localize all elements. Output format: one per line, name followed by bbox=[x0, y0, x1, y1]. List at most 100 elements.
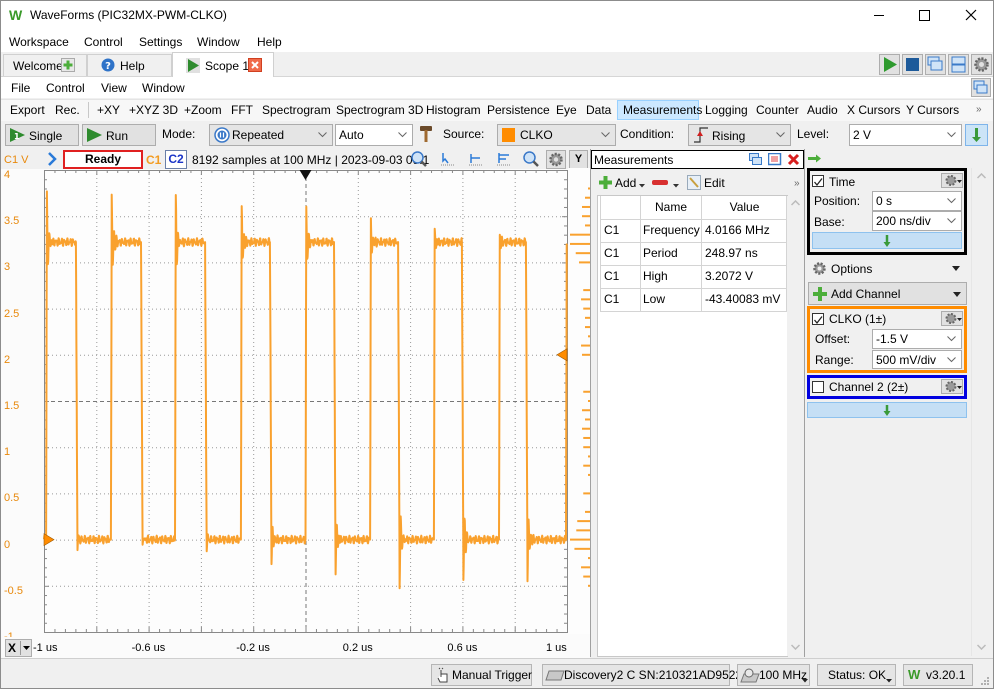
tab-welcome[interactable]: Welcome bbox=[3, 54, 87, 76]
settings-button[interactable] bbox=[971, 54, 992, 75]
zoom-reset-icon[interactable] bbox=[411, 151, 427, 167]
toolbar-export[interactable]: Export bbox=[10, 103, 45, 117]
menu-help[interactable]: Help bbox=[257, 35, 282, 49]
tile-windows-button[interactable] bbox=[948, 54, 969, 75]
hammer-icon[interactable] bbox=[419, 125, 433, 143]
channel-1-toggle[interactable]: C1 bbox=[146, 153, 161, 167]
scroll-up-icon[interactable] bbox=[791, 200, 800, 206]
column-header-value[interactable]: Value bbox=[702, 196, 787, 219]
single-button[interactable]: 1 Single bbox=[5, 124, 79, 146]
toolbar-eye[interactable]: Eye bbox=[556, 103, 577, 117]
measurements-toolbar-overflow[interactable]: » bbox=[794, 177, 800, 191]
tab-help[interactable]: ? Help bbox=[87, 54, 172, 76]
caret-down-icon[interactable] bbox=[952, 266, 960, 271]
toolbar-spectrogram-3d[interactable]: Spectrogram 3D bbox=[336, 103, 423, 117]
toolbar-spectrogram[interactable]: Spectrogram bbox=[262, 103, 331, 117]
horizontal-scale-alt-icon[interactable] bbox=[496, 151, 512, 167]
caret-down-icon[interactable] bbox=[673, 184, 679, 188]
base-dropdown[interactable]: 200 ns/div bbox=[872, 211, 962, 231]
close-panel-icon[interactable] bbox=[787, 153, 800, 166]
mode-dropdown[interactable]: Repeated bbox=[209, 124, 333, 146]
time-expand-bar[interactable] bbox=[812, 232, 962, 249]
position-dropdown[interactable]: 0 s bbox=[872, 191, 962, 211]
add-channel-button[interactable]: Add Channel bbox=[808, 282, 967, 305]
stop-all-button[interactable] bbox=[902, 54, 923, 75]
scope-menu-window[interactable]: Window bbox=[142, 81, 185, 95]
x-axis-button[interactable]: X bbox=[5, 639, 32, 657]
toolbar-logging[interactable]: Logging bbox=[705, 103, 748, 117]
maximize-button[interactable] bbox=[902, 0, 948, 31]
collapse-panel-arrow-icon[interactable] bbox=[808, 154, 822, 163]
channels-expand-bar[interactable] bbox=[807, 402, 967, 418]
menu-control[interactable]: Control bbox=[84, 35, 123, 49]
condition-dropdown[interactable]: Rising bbox=[688, 124, 791, 146]
toolbar-histogram[interactable]: Histogram bbox=[426, 103, 481, 117]
tab-scope-1[interactable]: Scope 1 bbox=[172, 52, 274, 78]
close-button[interactable] bbox=[948, 0, 994, 31]
menu-window[interactable]: Window bbox=[197, 35, 240, 49]
toolbar-data[interactable]: Data bbox=[586, 103, 611, 117]
toolbar-add-xyz-3d[interactable]: +XYZ 3D bbox=[129, 103, 178, 117]
toolbar-counter[interactable]: Counter bbox=[756, 103, 799, 117]
cursor-select-icon[interactable] bbox=[440, 151, 456, 167]
version-button[interactable]: W v3.20.1 bbox=[903, 664, 973, 686]
toolbar-measurements[interactable]: Measurements bbox=[623, 103, 702, 117]
float-window-icon[interactable] bbox=[749, 153, 763, 166]
time-checkbox[interactable] bbox=[812, 175, 824, 187]
toolbar-fft[interactable]: FFT bbox=[231, 103, 253, 117]
toolbar-x-cursors[interactable]: X Cursors bbox=[847, 103, 900, 117]
tab-close-icon[interactable] bbox=[248, 58, 262, 72]
time-settings-button[interactable] bbox=[941, 173, 963, 188]
clock-button[interactable]: 100 MHz bbox=[737, 664, 810, 686]
toolbar-overflow[interactable]: » bbox=[976, 103, 982, 117]
run-all-button[interactable] bbox=[879, 54, 900, 75]
scroll-down-icon[interactable] bbox=[791, 644, 800, 650]
toolbar-add-xy[interactable]: +XY bbox=[97, 103, 120, 117]
add-measurement-button[interactable]: Add bbox=[615, 176, 636, 190]
toolbar-audio[interactable]: Audio bbox=[807, 103, 838, 117]
scope-plot[interactable] bbox=[40, 166, 592, 638]
trigger-mode-dropdown[interactable]: Auto bbox=[335, 124, 413, 146]
channel-1-checkbox[interactable] bbox=[812, 313, 824, 325]
measurements-scrollbar[interactable] bbox=[787, 196, 803, 656]
range-dropdown[interactable]: 500 mV/div bbox=[872, 350, 962, 369]
edit-measurement-button[interactable]: Edit bbox=[704, 176, 725, 190]
channel-2-settings-button[interactable] bbox=[941, 379, 963, 394]
column-header-name[interactable]: Name bbox=[641, 196, 701, 219]
manual-trigger-button[interactable]: Manual Trigger bbox=[431, 664, 532, 686]
run-button[interactable]: Run bbox=[82, 124, 156, 146]
edit-icon[interactable] bbox=[687, 175, 701, 190]
level-dropdown[interactable]: 2 V bbox=[849, 124, 962, 146]
options-menu[interactable]: Options bbox=[831, 262, 872, 276]
resize-grip-icon[interactable] bbox=[978, 674, 990, 686]
scroll-down-icon[interactable] bbox=[977, 644, 986, 650]
toolbar-rec[interactable]: Rec. bbox=[55, 103, 80, 117]
scroll-up-icon[interactable] bbox=[977, 173, 986, 179]
offset-dropdown[interactable]: -1.5 V bbox=[872, 329, 962, 349]
caret-down-icon[interactable] bbox=[639, 184, 645, 188]
maximize-panel-icon[interactable] bbox=[768, 153, 782, 166]
menu-workspace[interactable]: Workspace bbox=[9, 35, 69, 49]
toolbar-add-zoom[interactable]: +Zoom bbox=[184, 103, 222, 117]
source-dropdown[interactable]: CLKO bbox=[497, 124, 616, 146]
apply-level-button[interactable] bbox=[965, 124, 988, 146]
menu-settings[interactable]: Settings bbox=[139, 35, 182, 49]
cascade-windows-button[interactable] bbox=[925, 54, 946, 75]
zoom-fit-icon[interactable] bbox=[523, 151, 539, 167]
device-button[interactable]: Discovery2 C SN:210321AD9522 bbox=[542, 664, 742, 686]
right-panel-scrollbar[interactable] bbox=[971, 168, 990, 656]
channel-1-settings-button[interactable] bbox=[941, 311, 963, 326]
undock-button[interactable] bbox=[971, 78, 991, 97]
toolbar-persistence[interactable]: Persistence bbox=[487, 103, 550, 117]
remove-measurement-icon[interactable] bbox=[652, 179, 668, 186]
channel-2-checkbox[interactable] bbox=[812, 381, 824, 393]
chevron-right-icon[interactable] bbox=[47, 152, 57, 166]
toolbar-y-cursors[interactable]: Y Cursors bbox=[906, 103, 959, 117]
scope-menu-file[interactable]: File bbox=[11, 81, 30, 95]
scope-menu-view[interactable]: View bbox=[101, 81, 127, 95]
scope-menu-control[interactable]: Control bbox=[46, 81, 85, 95]
minimize-button[interactable] bbox=[856, 0, 902, 31]
add-measurement-icon[interactable] bbox=[598, 175, 613, 190]
status-button[interactable]: Status: OK bbox=[817, 664, 896, 686]
horizontal-scale-icon[interactable] bbox=[468, 151, 484, 167]
